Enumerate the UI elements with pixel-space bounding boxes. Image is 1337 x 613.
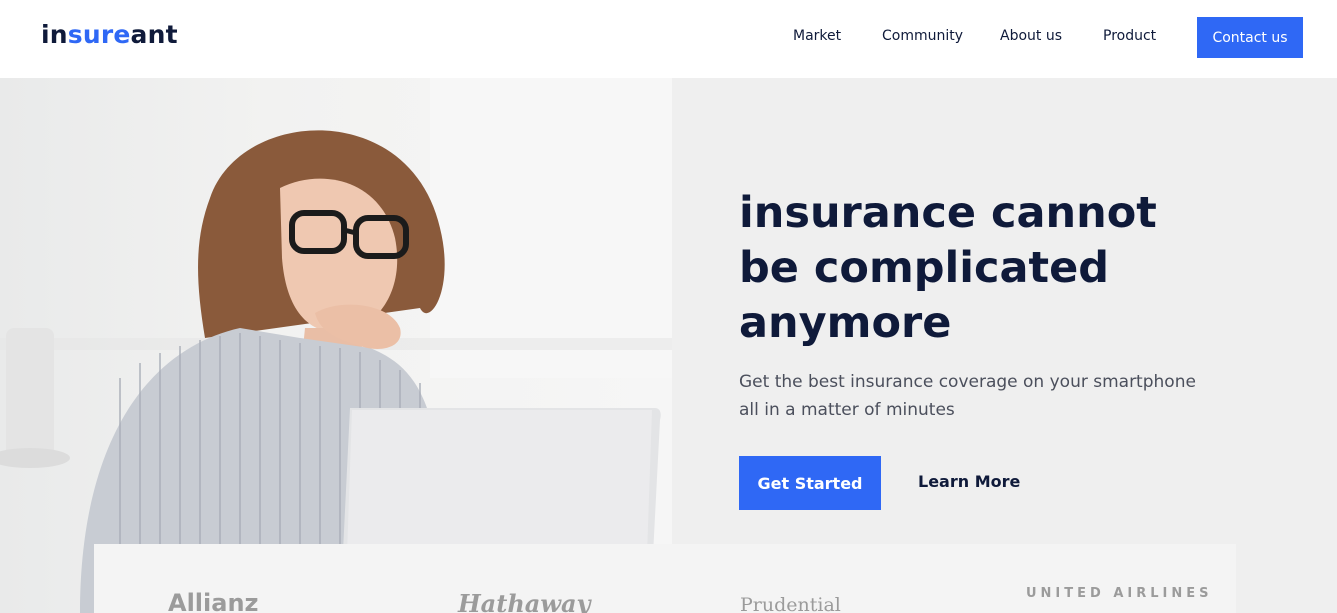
nav-link-product[interactable]: Product [1103, 28, 1156, 44]
hero-subtext-line: all in a matter of minutes [739, 400, 955, 420]
partner-logo-prudential: Prudential [740, 594, 841, 613]
logo-text-accent: sure [67, 20, 131, 49]
partner-logo-allianz: Allianz [168, 589, 259, 613]
partner-logo-hathaway: Hathaway [458, 589, 591, 613]
logo-text-start: in [41, 20, 68, 49]
hero-headline-line: be complicated [739, 243, 1110, 293]
hero-headline-line: anymore [739, 298, 952, 348]
hero-image [0, 78, 672, 613]
hero-headline-line: insurance cannot [739, 188, 1157, 238]
nav-link-about-us[interactable]: About us [1000, 28, 1062, 44]
contact-us-button[interactable]: Contact us [1197, 17, 1303, 58]
nav-link-community[interactable]: Community [882, 28, 963, 44]
hero-subtext-line: Get the best insurance coverage on your … [739, 372, 1196, 392]
hero-headline: insurance cannot be complicated anymore [739, 186, 1159, 351]
logo-text-end: ant [130, 20, 178, 49]
get-started-button[interactable]: Get Started [739, 456, 881, 510]
partner-logo-united-airlines: UNITED AIRLINES [1026, 586, 1213, 601]
woman-with-laptop-illustration [0, 78, 672, 613]
site-header: insureant Market Community About us Prod… [0, 0, 1337, 78]
partner-logos-strip: Allianz Hathaway Prudential UNITED AIRLI… [94, 544, 1236, 613]
learn-more-link[interactable]: Learn More [918, 472, 1020, 491]
brand-logo[interactable]: insureant [41, 20, 178, 49]
nav-link-market[interactable]: Market [793, 28, 841, 44]
hero-subtext: Get the best insurance coverage on your … [739, 368, 1209, 424]
